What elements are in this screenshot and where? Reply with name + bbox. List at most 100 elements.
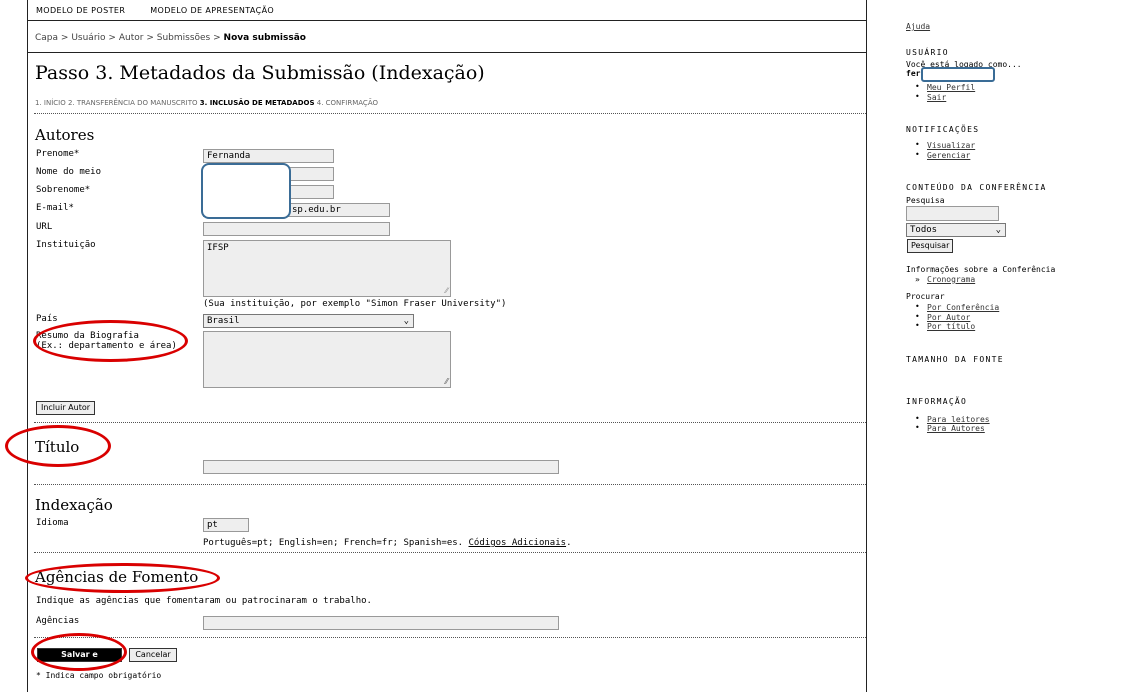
chevron-down-icon: ⌄ <box>403 316 409 326</box>
information-heading: INFORMAÇÃO <box>906 397 968 406</box>
search-scope-value: Todos <box>910 225 938 235</box>
agencies-label: Agências <box>36 616 80 626</box>
country-value: Brasil <box>207 316 240 326</box>
divider <box>34 422 866 423</box>
username: fer <box>906 69 921 78</box>
bullet: • <box>915 423 920 432</box>
content-heading: CONTEÚDO DA CONFERÊNCIA <box>906 183 1047 192</box>
breadcrumb-author[interactable]: Autor <box>119 33 144 43</box>
bullet: • <box>915 302 920 311</box>
bio-textarea[interactable]: ⁄⁄ <box>203 331 451 388</box>
url-label: URL <box>36 222 53 232</box>
highlight-circle <box>31 633 127 671</box>
chevron-down-icon: ⌄ <box>995 225 1001 235</box>
step-3-current: 3. INCLUSÃO DE METADADOS <box>199 99 315 107</box>
browse-by-author-link[interactable]: Por Autor <box>927 313 970 322</box>
language-hint-text: Português=pt; English=en; French=fr; Spa… <box>203 538 464 548</box>
breadcrumb-sep: > <box>213 33 221 43</box>
divider <box>28 52 866 53</box>
highlight-circle <box>5 425 111 467</box>
redaction-box <box>921 67 995 82</box>
redaction-box <box>201 163 291 219</box>
institution-value: IFSP <box>207 243 229 253</box>
language-label: Idioma <box>36 518 69 528</box>
notifications-manage-link[interactable]: Gerenciar <box>927 151 970 160</box>
funding-description: Indique as agências que fomentaram ou pa… <box>36 596 372 606</box>
breadcrumb-home[interactable]: Capa <box>35 33 58 43</box>
search-label: Pesquisa <box>906 196 945 205</box>
step-2[interactable]: 2. TRANSFERÊNCIA DO MANUSCRITO <box>68 99 198 107</box>
divider <box>34 637 866 638</box>
notifications-view-link[interactable]: Visualizar <box>927 141 975 150</box>
schedule-link[interactable]: Cronograma <box>927 275 975 284</box>
breadcrumb-sep: > <box>146 33 154 43</box>
agencies-input[interactable] <box>203 616 559 630</box>
notifications-heading: NOTIFICAÇÕES <box>906 125 980 134</box>
email-label: E-mail* <box>36 203 74 213</box>
help-link[interactable]: Ajuda <box>906 22 930 31</box>
nav-presentation-template[interactable]: MODELO DE APRESENTAÇÃO <box>150 6 274 15</box>
cancel-button[interactable]: Cancelar <box>129 648 177 662</box>
highlight-circle <box>25 563 220 593</box>
country-label: País <box>36 314 58 324</box>
add-author-button[interactable]: Incluir Autor <box>36 401 95 415</box>
font-size-heading: TAMANHO DA FONTE <box>906 355 1004 364</box>
language-hint: Português=pt; English=en; French=fr; Spa… <box>203 538 572 548</box>
title-input[interactable] <box>203 460 559 474</box>
breadcrumb-sep: > <box>108 33 116 43</box>
my-profile-link[interactable]: Meu Perfil <box>927 83 975 92</box>
url-input[interactable] <box>203 222 390 236</box>
breadcrumb: Capa > Usuário > Autor > Submissões > No… <box>35 33 306 43</box>
divider <box>34 552 866 553</box>
authors-heading: Autores <box>35 126 95 144</box>
lastname-label: Sobrenome* <box>36 185 91 195</box>
breadcrumb-user[interactable]: Usuário <box>71 33 105 43</box>
bullet: • <box>915 92 920 101</box>
step-1[interactable]: 1. INÍCIO <box>35 99 66 107</box>
chevron-right-icon: » <box>915 275 920 284</box>
bullet: • <box>915 82 920 91</box>
main-content: MODELO DE POSTER MODELO DE APRESENTAÇÃO … <box>5 0 867 692</box>
search-input[interactable] <box>906 206 999 221</box>
institution-label: Instituição <box>36 240 96 250</box>
top-navigation: MODELO DE POSTER MODELO DE APRESENTAÇÃO <box>36 6 296 15</box>
bullet: • <box>915 414 920 423</box>
browse-label: Procurar <box>906 292 945 301</box>
bullet: • <box>915 140 920 149</box>
divider <box>28 20 866 21</box>
firstname-label: Prenome* <box>36 149 80 159</box>
browse-by-title-link[interactable]: Por título <box>927 322 975 331</box>
submission-steps: 1. INÍCIO 2. TRANSFERÊNCIA DO MANUSCRITO… <box>35 99 378 107</box>
bullet: • <box>915 150 920 159</box>
breadcrumb-current: Nova submissão <box>223 33 306 43</box>
language-input[interactable]: pt <box>203 518 249 532</box>
breadcrumb-sep: > <box>60 33 69 43</box>
search-button[interactable]: Pesquisar <box>907 239 953 253</box>
search-scope-select[interactable]: Todos ⌄ <box>906 223 1006 237</box>
institution-hint: (Sua instituição, por exemplo "Simon Fra… <box>203 299 507 309</box>
firstname-input[interactable]: Fernanda <box>203 149 334 163</box>
divider <box>34 484 866 485</box>
bullet: • <box>915 312 920 321</box>
resize-grip-icon[interactable]: ⁄⁄ <box>445 286 448 295</box>
for-authors-link[interactable]: Para Autores <box>927 424 985 433</box>
conference-info-label: Informações sobre a Conferência <box>906 265 1056 274</box>
page-title: Passo 3. Metadados da Submissão (Indexaç… <box>35 62 485 84</box>
for-readers-link[interactable]: Para leitores <box>927 415 990 424</box>
divider <box>34 113 866 114</box>
bullet: • <box>915 321 920 330</box>
step-4: 4. CONFIRMAÇÃO <box>316 99 378 107</box>
resize-grip-icon[interactable]: ⁄⁄ <box>445 377 448 386</box>
user-heading: USUÁRIO <box>906 48 949 57</box>
country-select[interactable]: Brasil ⌄ <box>203 314 414 328</box>
middlename-label: Nome do meio <box>36 167 102 177</box>
breadcrumb-submissions[interactable]: Submissões <box>157 33 211 43</box>
indexing-heading: Indexação <box>35 496 113 514</box>
browse-by-conference-link[interactable]: Por Conferência <box>927 303 999 312</box>
institution-textarea[interactable]: IFSP ⁄⁄ <box>203 240 451 297</box>
logout-link[interactable]: Sair <box>927 93 946 102</box>
additional-codes-link[interactable]: Códigos Adicionais <box>469 538 567 548</box>
nav-poster-template[interactable]: MODELO DE POSTER <box>36 6 125 15</box>
required-note: * Indica campo obrigatório <box>36 671 162 680</box>
highlight-circle <box>33 320 188 362</box>
